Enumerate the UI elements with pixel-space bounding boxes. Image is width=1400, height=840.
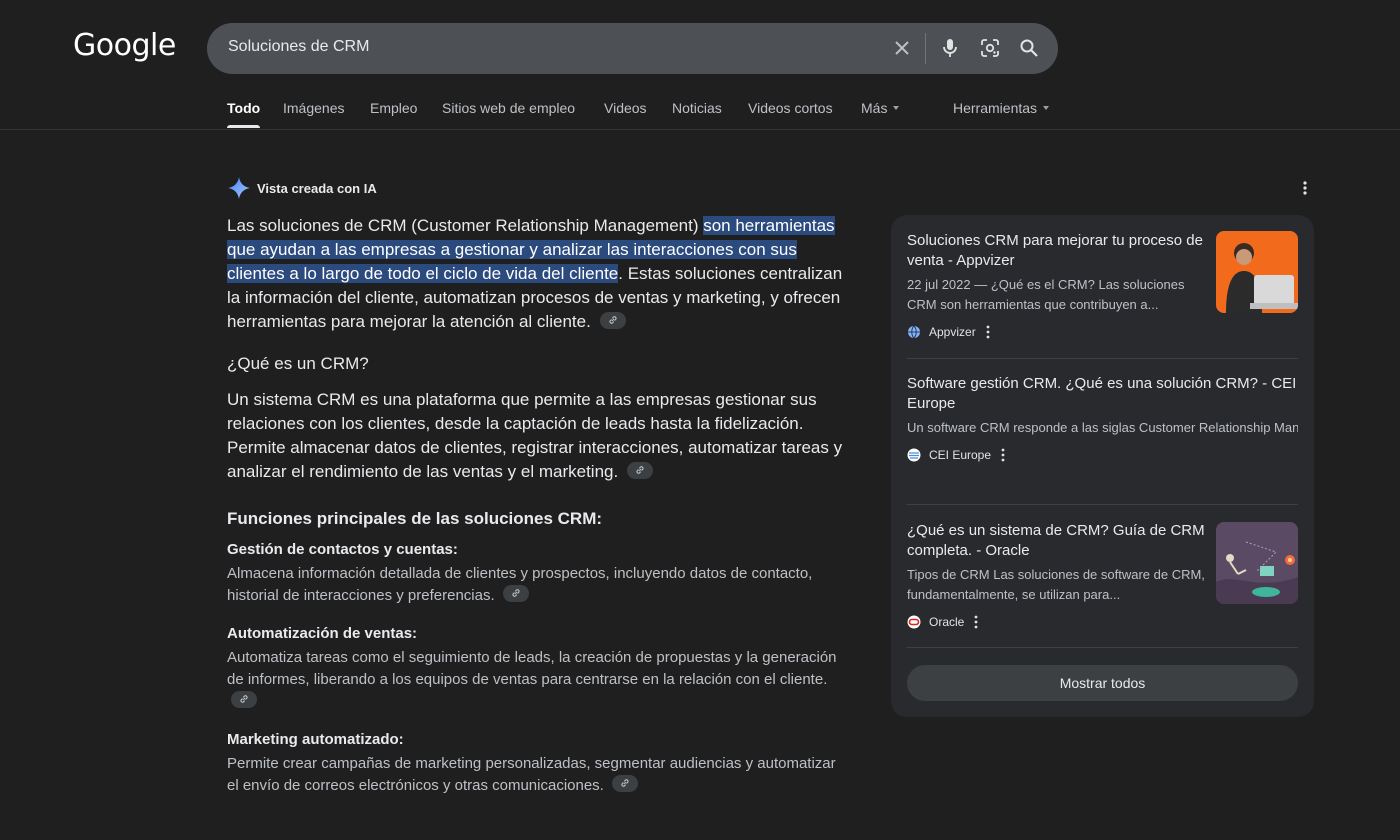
more-options-icon[interactable] (1296, 179, 1314, 197)
google-logo[interactable]: Google (73, 28, 176, 63)
feature-body: Permite crear campañas de marketing pers… (227, 753, 847, 797)
what-is-crm-text: Un sistema CRM es una plataforma que per… (227, 390, 843, 481)
lens-icon[interactable] (978, 36, 1002, 60)
feature-item: Marketing automatizado: Permite crear ca… (227, 731, 847, 797)
tab-empleo[interactable]: Empleo (370, 100, 417, 116)
source-meta: Appvizer (907, 325, 1207, 339)
chevron-down-icon (893, 106, 900, 110)
citation-link-icon[interactable] (502, 585, 529, 602)
source-item[interactable]: Software gestión CRM. ¿Qué es una soluci… (907, 374, 1298, 462)
sparkle-icon (228, 177, 250, 199)
ai-overview-header: Vista creada con IA (227, 176, 377, 200)
tab-sitios-web-de-empleo[interactable]: Sitios web de empleo (442, 100, 575, 116)
source-snippet: 22 jul 2022 — ¿Qué es el CRM? Las soluci… (907, 277, 1185, 312)
tab-noticias[interactable]: Noticias (672, 100, 722, 116)
source-meta: CEI Europe (907, 448, 1298, 462)
source-divider (907, 647, 1298, 648)
functions-heading: Funciones principales de las soluciones … (227, 509, 603, 528)
tab-herramientas[interactable]: Herramientas (953, 100, 1050, 116)
clear-icon[interactable] (890, 36, 914, 60)
chevron-down-icon (1043, 106, 1050, 110)
tab-herramientas-label: Herramientas (953, 100, 1038, 116)
intro-paragraph: Las soluciones de CRM (Customer Relation… (227, 214, 847, 334)
search-input[interactable]: Soluciones de CRM (228, 38, 369, 56)
source-item[interactable]: ¿Qué es un sistema de CRM? Guía de CRM c… (907, 521, 1298, 629)
cei-europe-favicon-icon (907, 448, 921, 462)
oracle-favicon-icon (907, 615, 921, 629)
globe-icon (908, 325, 920, 339)
feature-title: Automatización de ventas: (227, 625, 418, 642)
feature-title: Gestión de contactos y cuentas: (227, 541, 458, 558)
source-thumbnail[interactable] (1216, 231, 1298, 313)
citation-link-icon[interactable] (612, 775, 639, 792)
more-options-icon[interactable] (986, 325, 990, 339)
sources-card: Soluciones CRM para mejorar tu proceso d… (891, 215, 1314, 717)
source-title[interactable]: ¿Qué es un sistema de CRM? Guía de CRM c… (907, 521, 1207, 561)
search-icon[interactable] (1017, 36, 1041, 60)
ai-overview-content: Las soluciones de CRM (Customer Relation… (227, 214, 847, 815)
source-thumbnail[interactable] (1216, 522, 1298, 604)
tab-imagenes[interactable]: Imágenes (283, 100, 344, 116)
citation-link-icon[interactable] (231, 691, 257, 708)
tab-mas-label: Más (861, 100, 888, 116)
source-item[interactable]: Soluciones CRM para mejorar tu proceso d… (907, 231, 1298, 339)
citation-link-icon[interactable] (599, 312, 626, 329)
feature-text: Permite crear campañas de marketing pers… (227, 755, 836, 794)
source-divider (907, 504, 1298, 505)
what-is-crm-heading: ¿Qué es un CRM? (227, 354, 369, 373)
source-title[interactable]: Soluciones CRM para mejorar tu proceso d… (907, 231, 1207, 271)
feature-title: Marketing automatizado: (227, 731, 404, 748)
feature-body: Automatiza tareas como el seguimiento de… (227, 647, 847, 713)
active-tab-indicator (227, 125, 260, 128)
what-is-crm-paragraph: Un sistema CRM es una plataforma que per… (227, 388, 847, 484)
source-site-name: Oracle (929, 615, 965, 629)
ai-overview-label: Vista creada con IA (257, 180, 377, 196)
header-divider (0, 129, 1400, 130)
tab-videos-cortos[interactable]: Videos cortos (748, 100, 833, 116)
source-meta: Oracle (907, 615, 1207, 629)
search-divider (925, 33, 926, 64)
feature-body: Almacena información detallada de client… (227, 563, 847, 607)
microphone-icon[interactable] (938, 36, 962, 60)
feature-item: Automatización de ventas: Automatiza tar… (227, 625, 847, 713)
citation-link-icon[interactable] (626, 462, 653, 479)
source-title[interactable]: Software gestión CRM. ¿Qué es una soluci… (907, 374, 1298, 414)
show-all-button[interactable]: Mostrar todos (907, 665, 1298, 701)
source-site-name: Appvizer (929, 325, 976, 339)
feature-item: Gestión de contactos y cuentas: Almacena… (227, 541, 847, 607)
feature-text: Automatiza tareas como el seguimiento de… (227, 649, 837, 688)
source-snippet: Tipos de CRM Las soluciones de software … (907, 567, 1205, 602)
tab-mas[interactable]: Más (861, 100, 900, 116)
tab-todo[interactable]: Todo (227, 100, 260, 116)
more-options-icon[interactable] (974, 615, 978, 629)
search-box[interactable]: Soluciones de CRM (207, 23, 1058, 74)
tab-videos[interactable]: Videos (604, 100, 647, 116)
intro-text-start: Las soluciones de CRM (Customer Relation… (227, 216, 704, 235)
source-snippet: Un software CRM responde a las siglas Cu… (907, 420, 1298, 435)
source-site-name: CEI Europe (929, 448, 992, 462)
more-options-icon[interactable] (1001, 448, 1005, 462)
source-divider (907, 358, 1298, 359)
